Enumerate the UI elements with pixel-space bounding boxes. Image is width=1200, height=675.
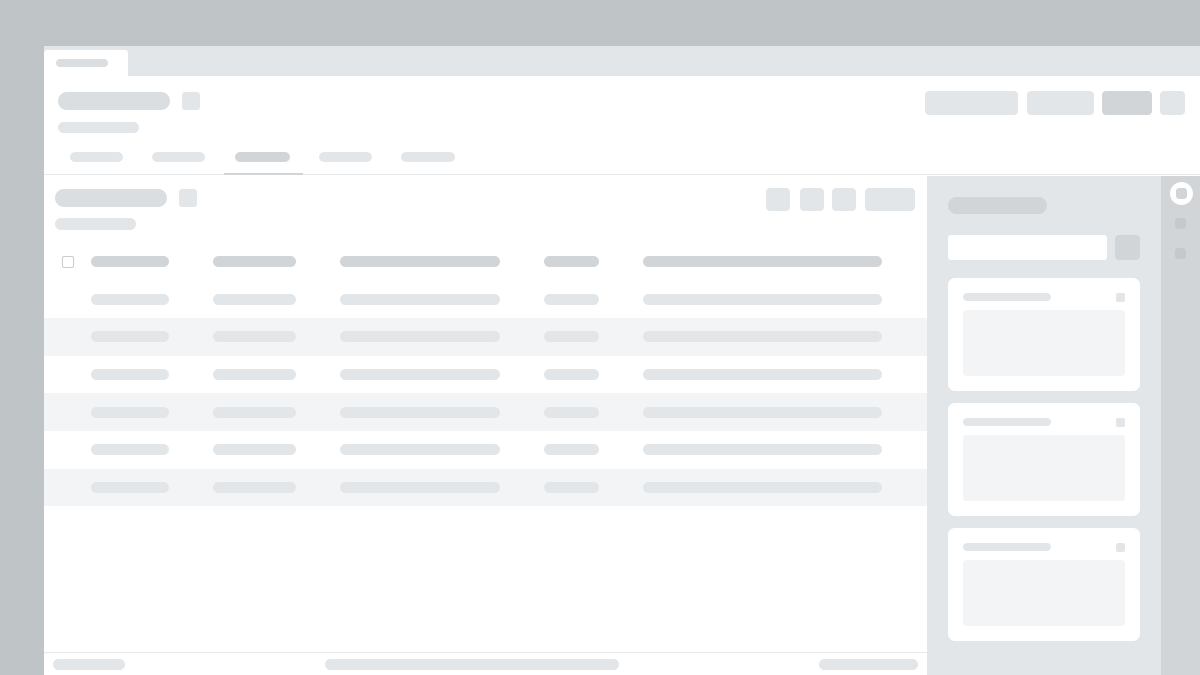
- card-title: [963, 418, 1051, 426]
- table-cell: [544, 293, 599, 305]
- section-title: [55, 189, 167, 207]
- toolbar-primary-button[interactable]: [865, 188, 915, 211]
- table-cell: [544, 406, 599, 418]
- rail-item-icon[interactable]: [1175, 218, 1186, 229]
- panel-card[interactable]: [948, 528, 1140, 641]
- section-subtitle: [55, 218, 136, 230]
- table-cell: [340, 444, 500, 456]
- toolbar-button-3[interactable]: [832, 188, 856, 211]
- table-cell: [213, 331, 296, 343]
- table-cell: [340, 481, 500, 493]
- title-info-icon[interactable]: [182, 92, 200, 110]
- table-cell: [544, 444, 599, 456]
- table-cell: [91, 444, 169, 456]
- table-row[interactable]: [44, 281, 927, 319]
- rail-item-icon[interactable]: [1175, 248, 1186, 259]
- table-row[interactable]: [44, 431, 927, 469]
- table-row[interactable]: [44, 393, 927, 431]
- table-cell: [643, 444, 882, 456]
- tab-1[interactable]: [70, 152, 123, 162]
- table-cell: [213, 293, 296, 305]
- panel-title: [948, 197, 1047, 214]
- card-menu-icon[interactable]: [1116, 293, 1125, 302]
- right-icon-rail: [1161, 176, 1200, 675]
- table-cell: [340, 293, 500, 305]
- table-cell: [643, 331, 882, 343]
- table-cell: [643, 406, 882, 418]
- header-primary-button[interactable]: [1102, 91, 1152, 115]
- table-cell: [91, 293, 169, 305]
- toolbar-button-2[interactable]: [800, 188, 824, 211]
- tab-5[interactable]: [401, 152, 455, 162]
- side-panel: [927, 176, 1161, 675]
- card-body: [963, 435, 1125, 501]
- header-more-button[interactable]: [1160, 91, 1185, 115]
- rail-panel-icon[interactable]: [1170, 182, 1193, 205]
- section-info-icon[interactable]: [179, 189, 197, 207]
- app-window: [44, 46, 1200, 675]
- panel-search-input[interactable]: [948, 235, 1107, 260]
- browser-tab-strip: [44, 46, 1200, 76]
- table-row[interactable]: [44, 468, 927, 507]
- column-header[interactable]: [340, 256, 500, 268]
- page-subtitle: [58, 122, 139, 133]
- footer-count-text: [53, 659, 125, 670]
- page-size-select[interactable]: [819, 659, 918, 670]
- tab-2[interactable]: [152, 152, 205, 162]
- table-cell: [91, 331, 169, 343]
- card-menu-icon[interactable]: [1116, 543, 1125, 552]
- card-body: [963, 310, 1125, 376]
- card-title: [963, 293, 1051, 301]
- column-header[interactable]: [213, 256, 296, 268]
- data-table: [44, 243, 927, 507]
- table-header-row: [44, 243, 927, 281]
- table-cell: [643, 293, 882, 305]
- table-cell: [643, 369, 882, 381]
- browser-tab-label: [56, 59, 108, 67]
- table-cell: [213, 444, 296, 456]
- column-header[interactable]: [544, 256, 599, 268]
- table-cell: [643, 481, 882, 493]
- active-tab-indicator: [224, 173, 303, 175]
- header-action-button-1[interactable]: [925, 91, 1018, 115]
- panel-filter-button[interactable]: [1115, 235, 1140, 260]
- toolbar-button-1[interactable]: [766, 188, 790, 211]
- column-header[interactable]: [91, 256, 169, 268]
- card-menu-icon[interactable]: [1116, 418, 1125, 427]
- table-cell: [544, 331, 599, 343]
- tab-4[interactable]: [319, 152, 372, 162]
- tab-3-active[interactable]: [235, 152, 290, 162]
- card-body: [963, 560, 1125, 626]
- table-cell: [544, 481, 599, 493]
- column-header[interactable]: [643, 256, 882, 268]
- page-title: [58, 92, 170, 110]
- main-content: [44, 176, 927, 675]
- panel-card[interactable]: [948, 403, 1140, 516]
- table-row[interactable]: [44, 356, 927, 394]
- table-cell: [213, 481, 296, 493]
- page-header: [44, 76, 1200, 175]
- table-cell: [91, 369, 169, 381]
- table-cell: [340, 406, 500, 418]
- table-cell: [340, 369, 500, 381]
- panel-card[interactable]: [948, 278, 1140, 391]
- table-cell: [213, 369, 296, 381]
- card-title: [963, 543, 1051, 551]
- table-cell: [91, 481, 169, 493]
- table-cell: [91, 406, 169, 418]
- select-all-checkbox[interactable]: [62, 255, 74, 268]
- table-cell: [213, 406, 296, 418]
- browser-tab-active[interactable]: [44, 50, 128, 76]
- table-footer: [44, 652, 927, 675]
- table-cell: [544, 369, 599, 381]
- table-row[interactable]: [44, 318, 927, 356]
- header-action-button-2[interactable]: [1027, 91, 1094, 115]
- table-cell: [340, 331, 500, 343]
- pagination[interactable]: [325, 659, 619, 670]
